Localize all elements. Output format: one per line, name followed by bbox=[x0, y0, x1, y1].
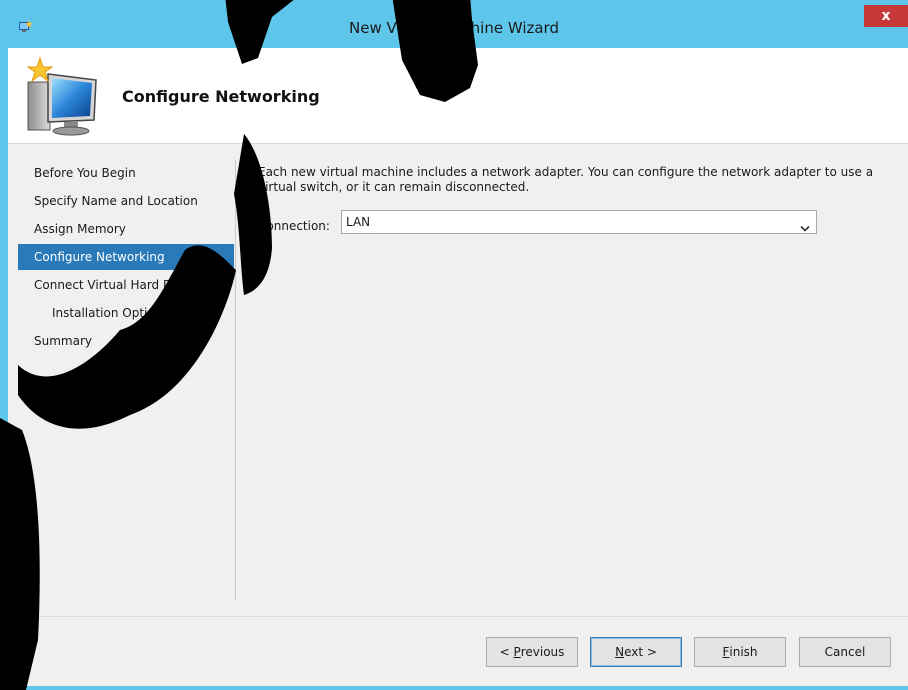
wizard-client-area: Configure Networking Before You Begin Sp… bbox=[8, 48, 908, 686]
connection-dropdown[interactable]: LAN bbox=[341, 210, 817, 234]
next-button[interactable]: Next > bbox=[590, 637, 682, 667]
previous-button-label: revious bbox=[520, 645, 565, 659]
wizard-window: New Virtual Machine Wizard x Configure N… bbox=[0, 0, 908, 690]
window-title: New Virtual Machine Wizard bbox=[349, 19, 559, 37]
cancel-button-label: Cancel bbox=[824, 645, 866, 659]
previous-button-prefix: < bbox=[499, 645, 514, 659]
nav-item-assign-memory[interactable]: Assign Memory bbox=[18, 216, 234, 242]
close-button[interactable]: x bbox=[864, 5, 908, 27]
wizard-step-list: Before You Begin Specify Name and Locati… bbox=[18, 160, 234, 600]
next-button-label: ext > bbox=[624, 645, 657, 659]
nav-item-before-you-begin[interactable]: Before You Begin bbox=[18, 160, 234, 186]
nav-item-summary[interactable]: Summary bbox=[18, 328, 234, 354]
next-button-mnemonic: N bbox=[615, 645, 625, 659]
finish-button-label: inish bbox=[729, 645, 758, 659]
nav-item-specify-name-and-location[interactable]: Specify Name and Location bbox=[18, 188, 234, 214]
page-description: Each new virtual machine includes a netw… bbox=[258, 165, 874, 194]
nav-item-installation-options[interactable]: Installation Options bbox=[18, 300, 234, 326]
cancel-button[interactable]: Cancel bbox=[799, 637, 891, 667]
close-icon: x bbox=[881, 8, 891, 24]
vertical-divider bbox=[235, 160, 236, 601]
title-bar[interactable]: New Virtual Machine Wizard x bbox=[0, 0, 908, 48]
page-title: Configure Networking bbox=[122, 87, 320, 106]
finish-button[interactable]: Finish bbox=[694, 637, 786, 667]
chevron-down-icon bbox=[800, 218, 810, 232]
connection-dropdown-value: LAN bbox=[346, 215, 371, 229]
previous-button-mnemonic: P bbox=[513, 645, 521, 659]
footer-separator bbox=[8, 616, 908, 617]
previous-button[interactable]: < Previous bbox=[486, 637, 578, 667]
nav-item-connect-virtual-hard-disk[interactable]: Connect Virtual Hard Disk bbox=[18, 272, 234, 298]
finish-button-mnemonic: F bbox=[722, 645, 730, 659]
connection-label-text: onnection: bbox=[266, 219, 330, 233]
connection-label: Connection: bbox=[258, 218, 330, 234]
new-virtual-machine-icon bbox=[22, 56, 104, 138]
nav-item-configure-networking[interactable]: Configure Networking bbox=[18, 244, 234, 270]
page-header: Configure Networking bbox=[8, 48, 908, 144]
